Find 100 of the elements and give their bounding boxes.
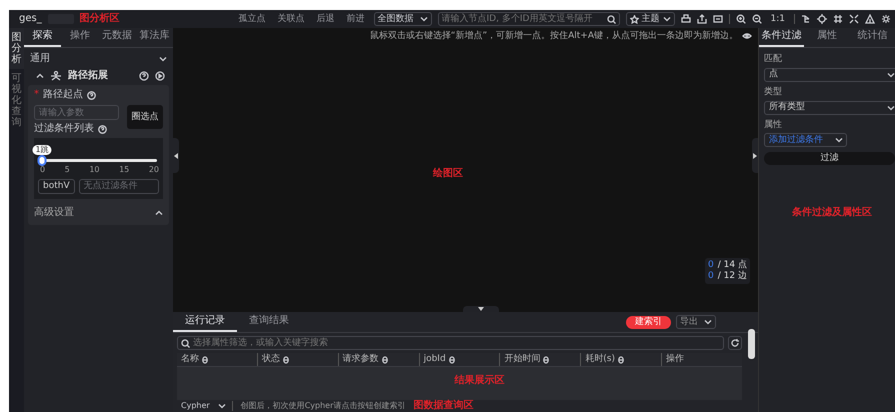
side-tab[interactable]: 可视化查询 — [9, 69, 24, 132]
column-header: 耗时(s) — [585, 354, 616, 365]
tab[interactable]: 操作 — [61, 28, 98, 47]
sort-icon[interactable] — [618, 356, 624, 364]
query-language-select[interactable]: Cypher — [181, 401, 233, 411]
node-search-box[interactable]: 请输入节点ID, 多个ID用英文逗号隔开 — [438, 12, 620, 26]
tab[interactable]: 运行记录 — [173, 312, 237, 332]
app-title: ges_ — [19, 13, 42, 25]
collapse-handle[interactable] — [752, 138, 758, 173]
chevron-down-icon — [662, 15, 671, 23]
annotation-label: 图分析区 — [80, 13, 120, 25]
tick-label: 5 — [64, 165, 70, 175]
printer-icon[interactable] — [680, 14, 691, 24]
search-icon[interactable] — [606, 14, 616, 24]
help-icon[interactable] — [87, 90, 96, 100]
field-label: 类型 — [764, 86, 783, 98]
chevron-down-icon — [835, 136, 843, 144]
direction-select[interactable]: bothV — [38, 178, 75, 194]
column-header: 状态 — [262, 354, 280, 365]
help-icon[interactable] — [98, 124, 107, 134]
annotation-label: 条件过滤及属性区 — [791, 207, 873, 220]
scope-select[interactable]: 全图数据 — [374, 12, 432, 26]
image-icon[interactable] — [712, 14, 723, 24]
column-header: 请求参数 — [342, 354, 379, 365]
tab[interactable]: 属性 — [804, 28, 850, 47]
collapse-handle[interactable] — [463, 306, 499, 312]
filter-field[interactable]: 无点过滤条件 — [78, 178, 159, 194]
pick-node-button[interactable]: 圈选点 — [127, 105, 163, 129]
column-header: 开始时间 — [504, 354, 540, 365]
layout-grid-icon[interactable] — [833, 14, 843, 24]
field-label: 属性 — [764, 120, 783, 130]
collapse-handle[interactable] — [173, 138, 179, 173]
theme-select[interactable]: 主题 — [626, 12, 675, 26]
graph-canvas[interactable]: 鼠标双击或右键选择“新增点”，可新增一点。按住Alt+A键，从点可拖出一条边即为新增边。 绘图区 0 / 14 点 0 / 12 边 — [173, 28, 758, 312]
annotation-label: 绘图区 — [433, 168, 463, 180]
toolbar-button[interactable]: 前进 — [344, 14, 368, 24]
selected-count: 0 — [708, 271, 714, 282]
tool-title: 路径拓展 — [68, 70, 109, 82]
layout-radial-icon[interactable] — [881, 14, 891, 24]
column-header: 名称 — [181, 354, 199, 365]
share-icon[interactable] — [696, 14, 707, 24]
refresh-button[interactable] — [728, 336, 742, 350]
slider-thumb[interactable] — [38, 155, 46, 166]
refresh-icon — [731, 339, 739, 347]
chevron-up-icon[interactable] — [36, 72, 44, 80]
chevron-down-icon[interactable] — [159, 55, 167, 63]
toolbar-button[interactable]: 关联点 — [274, 14, 308, 24]
star-icon — [630, 14, 639, 24]
tab[interactable]: 条件过滤 — [759, 28, 804, 47]
field-label: 过滤条件列表 — [34, 123, 94, 135]
column-header: 操作 — [666, 354, 684, 365]
sort-icon[interactable] — [202, 356, 208, 364]
tab[interactable]: 统计信 — [850, 28, 895, 47]
section-title: 通用 — [30, 53, 50, 65]
zoom-out-icon[interactable] — [752, 14, 762, 24]
sort-icon[interactable] — [382, 356, 388, 364]
zoom-in-icon[interactable] — [736, 14, 746, 24]
sort-icon[interactable] — [282, 356, 289, 364]
layout-force-icon[interactable] — [849, 14, 859, 24]
scrollbar-thumb[interactable] — [748, 329, 755, 359]
total-count: / 12 边 — [718, 271, 747, 282]
tick-label: 20 — [148, 165, 159, 175]
sort-icon[interactable] — [448, 356, 455, 364]
tick-label: 10 — [89, 165, 100, 175]
filter-button[interactable]: 过滤 — [764, 152, 895, 166]
select-field[interactable]: 所有类型 — [764, 100, 895, 115]
chevron-down-icon — [218, 402, 226, 410]
annotation-label: 结果展示区 — [453, 375, 506, 387]
export-select[interactable]: 导出 — [676, 315, 716, 329]
column-header: jobId — [424, 354, 446, 365]
selected-count: 0 — [708, 260, 714, 271]
field-label: 路径起点 — [43, 89, 83, 101]
advanced-settings-label: 高级设置 — [34, 206, 74, 219]
required-mark: * — [34, 89, 39, 101]
tab[interactable]: 元数据 — [98, 28, 136, 47]
toolbar-button[interactable]: 后退 — [314, 14, 338, 24]
tick-label: 0 — [40, 165, 46, 175]
sort-icon[interactable] — [543, 356, 550, 364]
actual-size-button[interactable]: 1:1 — [768, 14, 788, 24]
tab[interactable]: 算法库 — [136, 28, 173, 47]
play-icon[interactable] — [155, 71, 165, 81]
create-index-button[interactable]: 建索引 — [626, 316, 671, 328]
total-count: / 14 点 — [718, 260, 747, 270]
tab[interactable]: 探索 — [24, 28, 62, 47]
hop-tooltip: 1跳 — [32, 145, 52, 155]
tab[interactable]: 查询结果 — [237, 312, 301, 332]
node-search-field[interactable]: 请输入节点ID, 多个ID用英文逗号隔开 — [442, 12, 604, 26]
toolbar-button[interactable]: 孤立点 — [236, 14, 269, 24]
eye-icon[interactable] — [742, 32, 752, 40]
search-icon[interactable] — [181, 338, 190, 348]
start-node-field[interactable]: 请输入参数 — [34, 105, 119, 120]
help-icon[interactable] — [139, 71, 149, 81]
side-tab[interactable]: 图分析 — [9, 28, 24, 69]
select-field[interactable]: 添加过滤条件 — [764, 133, 847, 148]
chevron-down-icon — [420, 15, 428, 23]
annotation-label: 图数据查询区 — [413, 400, 474, 412]
canvas-hint: 鼠标双击或右键选择“新增点”，可新增一点。按住Alt+A键，从点可拖出一条边即为新增边。 — [370, 31, 738, 42]
chevron-up-icon[interactable] — [155, 208, 163, 217]
layout-circle-icon[interactable] — [817, 14, 827, 24]
select-field[interactable]: 点 — [764, 68, 895, 82]
